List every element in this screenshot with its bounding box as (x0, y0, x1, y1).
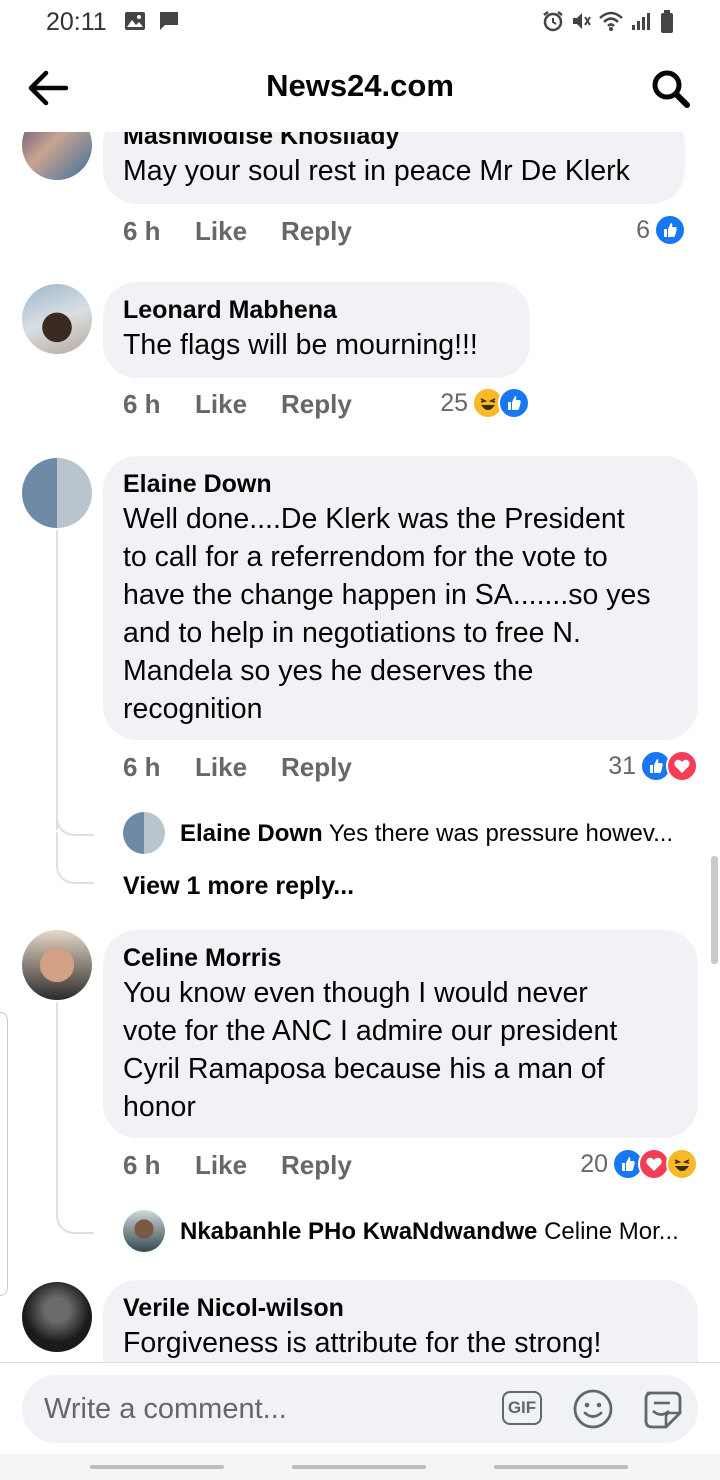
system-navigation-bar (0, 1454, 720, 1480)
status-time: 20:11 (46, 8, 107, 36)
comment-author[interactable]: Verile Nicol-wilson (123, 1292, 676, 1324)
reply-preview[interactable]: Nkabanhle PHo KwaNdwandwe Celine Mor... (180, 1218, 679, 1246)
comment-text-line: vote for the ANC I admire our president (123, 1015, 618, 1047)
reaction-count: 20 (580, 1150, 608, 1178)
reply-button[interactable]: Reply (281, 216, 352, 247)
comment-bubble[interactable]: Verile Nicol-wilson Forgiveness is attri… (103, 1280, 698, 1362)
comment-author[interactable]: Elaine Down (123, 468, 676, 500)
reply-button[interactable]: Reply (281, 1150, 352, 1181)
comment-author[interactable]: Leonard Mabhena (123, 294, 508, 326)
edge-panel-handle[interactable] (0, 1012, 8, 1296)
nav-home-button[interactable] (292, 1465, 426, 1469)
comment-placeholder: Write a comment... (44, 1393, 287, 1425)
avatar[interactable] (22, 132, 92, 180)
like-button[interactable]: Like (195, 389, 247, 420)
like-button[interactable]: Like (195, 752, 247, 783)
reply-button[interactable]: Reply (281, 389, 352, 420)
comment-text-line: You know even though I would never (123, 977, 588, 1009)
reply-text: Celine Mor... (544, 1218, 679, 1245)
comment-text-line: Mandela so yes he deserves the (123, 655, 534, 687)
mute-icon (573, 13, 591, 29)
avatar[interactable] (22, 930, 92, 1000)
gif-label: GIF (507, 1398, 537, 1417)
comment-input[interactable]: Write a comment... GIF (22, 1375, 698, 1443)
comment-composer: Write a comment... GIF (0, 1362, 720, 1455)
like-reaction-icon (498, 387, 530, 419)
comment-bubble[interactable]: Celine Morris You know even though I wou… (103, 930, 698, 1138)
gif-button[interactable]: GIF (502, 1391, 542, 1425)
haha-reaction-icon (666, 1148, 698, 1180)
comment-author[interactable]: MashModise Khosiiady (123, 132, 663, 152)
avatar[interactable] (22, 284, 92, 354)
nav-recents-button[interactable] (90, 1465, 224, 1469)
comments-feed[interactable]: MashModise Khosiiady May your soul rest … (0, 132, 720, 1362)
alarm-icon (543, 11, 563, 32)
search-icon[interactable] (650, 68, 692, 110)
scrollbar-thumb[interactable] (711, 856, 718, 964)
reaction-count: 6 (636, 216, 650, 244)
nav-back-button[interactable] (494, 1465, 628, 1469)
reaction-count: 25 (440, 389, 468, 417)
reply-author[interactable]: Nkabanhle PHo KwaNdwandwe (180, 1218, 537, 1245)
comment-text: May your soul rest in peace Mr De Klerk (123, 155, 630, 187)
comment-time: 6 h (123, 389, 161, 419)
reply-avatar[interactable] (123, 812, 165, 854)
view-more-replies[interactable]: View 1 more reply... (123, 872, 354, 901)
comment-text-line: Well done....De Klerk was the President (123, 503, 625, 535)
signal-icon (632, 13, 650, 30)
reply-text: Yes there was pressure howev... (328, 820, 674, 847)
comment-text-line: to call for a referrendom for the vote t… (123, 541, 608, 573)
like-button[interactable]: Like (195, 1150, 247, 1181)
comment-time: 6 h (123, 1150, 161, 1180)
message-notification-icon (160, 12, 178, 30)
status-bar: 20:11 (0, 0, 720, 48)
comment-author[interactable]: Celine Morris (123, 942, 676, 974)
love-reaction-icon (666, 750, 698, 782)
comment-bubble[interactable]: MashModise Khosiiady May your soul rest … (103, 132, 685, 204)
battery-icon (661, 10, 673, 33)
comment-bubble[interactable]: Elaine Down Well done....De Klerk was th… (103, 456, 698, 740)
emoji-icon[interactable] (572, 1388, 614, 1430)
reply-avatar[interactable] (123, 1210, 165, 1252)
reaction-count: 31 (608, 752, 636, 780)
comment-text-line: have the change happen in SA.......so ye… (123, 579, 651, 611)
like-reaction-icon (654, 214, 686, 246)
gallery-notification-icon (125, 12, 145, 30)
wifi-icon (599, 11, 623, 31)
thread-branch (56, 1172, 94, 1234)
thread-branch (56, 832, 94, 884)
reply-author[interactable]: Elaine Down (180, 820, 323, 847)
comment-text: Forgiveness is attribute for the strong! (123, 1327, 602, 1359)
like-button[interactable]: Like (195, 216, 247, 247)
app-header: News24.com (0, 48, 720, 132)
page-title: News24.com (266, 68, 454, 103)
comment-time: 6 h (123, 752, 161, 782)
comment-text-line: Cyril Ramaposa because his a man of (123, 1053, 605, 1085)
comment-text-line: and to help in negotiations to free N. (123, 617, 581, 649)
comment-bubble[interactable]: Leonard Mabhena The flags will be mourni… (103, 282, 530, 378)
avatar[interactable] (22, 458, 92, 528)
comment-text-line: honor (123, 1091, 196, 1123)
comment-text: The flags will be mourning!!! (123, 329, 478, 361)
thread-branch (56, 772, 94, 836)
comment-text-line: recognition (123, 693, 263, 725)
reply-button[interactable]: Reply (281, 752, 352, 783)
avatar[interactable] (22, 1282, 92, 1352)
sticker-icon[interactable] (640, 1387, 684, 1431)
comment-time: 6 h (123, 216, 161, 246)
reply-preview[interactable]: Elaine Down Yes there was pressure howev… (180, 820, 673, 848)
